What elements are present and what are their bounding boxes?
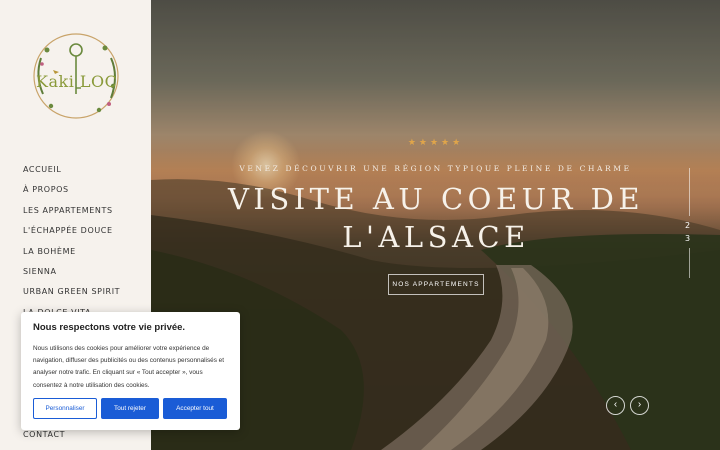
slide-dot-3[interactable]: 3 bbox=[685, 234, 690, 243]
hero-headline: VISITE AU COEUR DE L'ALSACE bbox=[227, 182, 645, 254]
main-nav: ACCUEIL À PROPOS LES APPARTEMENTS L'ÉCHA… bbox=[23, 165, 120, 328]
next-slide-arrow-icon[interactable]: › bbox=[630, 396, 649, 415]
nav-item-urban-green-spirit[interactable]: URBAN GREEN SPIRIT bbox=[23, 287, 120, 307]
cookie-description: Nous utilisons des cookies pour améliore… bbox=[33, 345, 225, 389]
pagination-line-bottom bbox=[689, 248, 690, 278]
prev-slide-arrow-icon[interactable]: ‹ bbox=[606, 396, 625, 415]
cookie-consent-banner: Nous respectons votre vie privée. Nous u… bbox=[21, 312, 240, 430]
slide-dot-2[interactable]: 2 bbox=[685, 221, 690, 230]
nav-item-a-propos[interactable]: À PROPOS bbox=[23, 185, 120, 205]
nav-item-sienna[interactable]: SIENNA bbox=[23, 267, 120, 287]
accept-all-button[interactable]: Accepter tout bbox=[163, 398, 227, 419]
nav-item-contact[interactable]: CONTACT bbox=[23, 430, 65, 439]
pagination-line-top bbox=[689, 168, 690, 216]
nav-item-appartements[interactable]: LES APPARTEMENTS bbox=[23, 206, 120, 226]
customize-cookies-button[interactable]: Personnaliser bbox=[33, 398, 97, 419]
rating-stars-icon: ★★★★★ bbox=[407, 137, 464, 147]
reject-all-button[interactable]: Tout rejeter bbox=[101, 398, 159, 419]
logo-wordmark: Kaki LOC bbox=[36, 72, 118, 91]
nav-item-echappee-douce[interactable]: L'ÉCHAPPÉE DOUCE bbox=[23, 226, 120, 246]
nav-item-la-boheme[interactable]: LA BOHÈME bbox=[23, 247, 120, 267]
nav-item-accueil[interactable]: ACCUEIL bbox=[23, 165, 120, 185]
cookie-title: Nous respectons votre vie privée. bbox=[33, 322, 186, 333]
nos-appartements-button[interactable]: NOS APPARTEMENTS bbox=[388, 274, 484, 295]
kakiloc-logo[interactable]: Kaki LOC bbox=[27, 28, 127, 124]
hero-tagline: VENEZ DÉCOUVRIR UNE RÉGION TYPIQUE PLEIN… bbox=[239, 164, 632, 173]
